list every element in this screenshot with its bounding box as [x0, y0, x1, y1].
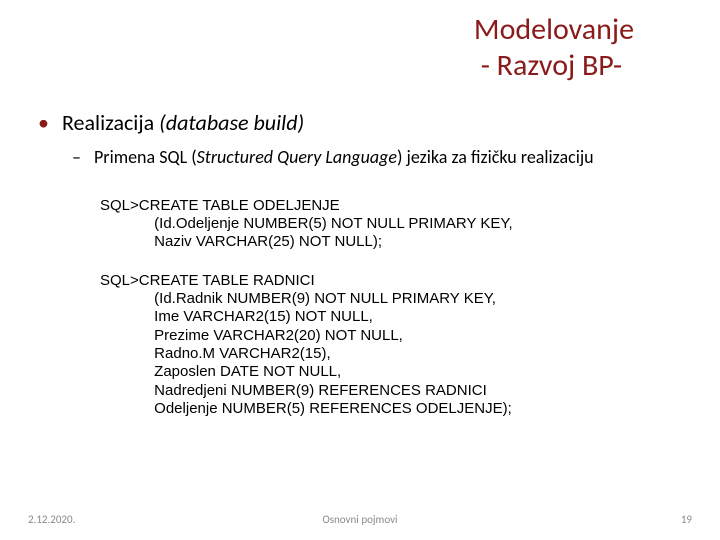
- bullet-level1: • Realizacija (database build): [38, 110, 682, 136]
- slide: Modelovanje - Razvoj BP- • Realizacija (…: [0, 0, 720, 540]
- bullet-main: Realizacija: [62, 109, 159, 136]
- sub-prefix: Primena SQL (: [94, 146, 197, 168]
- bullet-icon: •: [38, 112, 62, 134]
- dash-icon: –: [72, 146, 94, 168]
- footer-page: 19: [681, 513, 692, 526]
- sub-suffix: ) jezika za fizičku realizaciju: [397, 146, 594, 168]
- slide-footer: 2.12.2020. Osnovni pojmovi 19: [0, 508, 720, 526]
- title-line1: Modelovanje: [474, 11, 634, 48]
- bullet-paren: (database build): [159, 109, 304, 136]
- sub-text: Primena SQL (Structured Query Language) …: [94, 146, 594, 169]
- sql-block-2: SQL>CREATE TABLE RADNICI (Id.Radnik NUMB…: [100, 272, 682, 418]
- bullet-level2: – Primena SQL (Structured Query Language…: [72, 146, 682, 169]
- slide-title: Modelovanje - Razvoj BP-: [474, 12, 634, 84]
- sub-italic: Structured Query Language: [197, 146, 397, 168]
- slide-body: • Realizacija (database build) – Primena…: [38, 110, 682, 418]
- sql-block-1: SQL>CREATE TABLE ODELJENJE (Id.Odeljenje…: [100, 197, 682, 252]
- title-line2: - Razvoj BP-: [474, 47, 622, 84]
- footer-center: Osnovni pojmovi: [0, 513, 720, 526]
- bullet-text: Realizacija (database build): [62, 110, 304, 136]
